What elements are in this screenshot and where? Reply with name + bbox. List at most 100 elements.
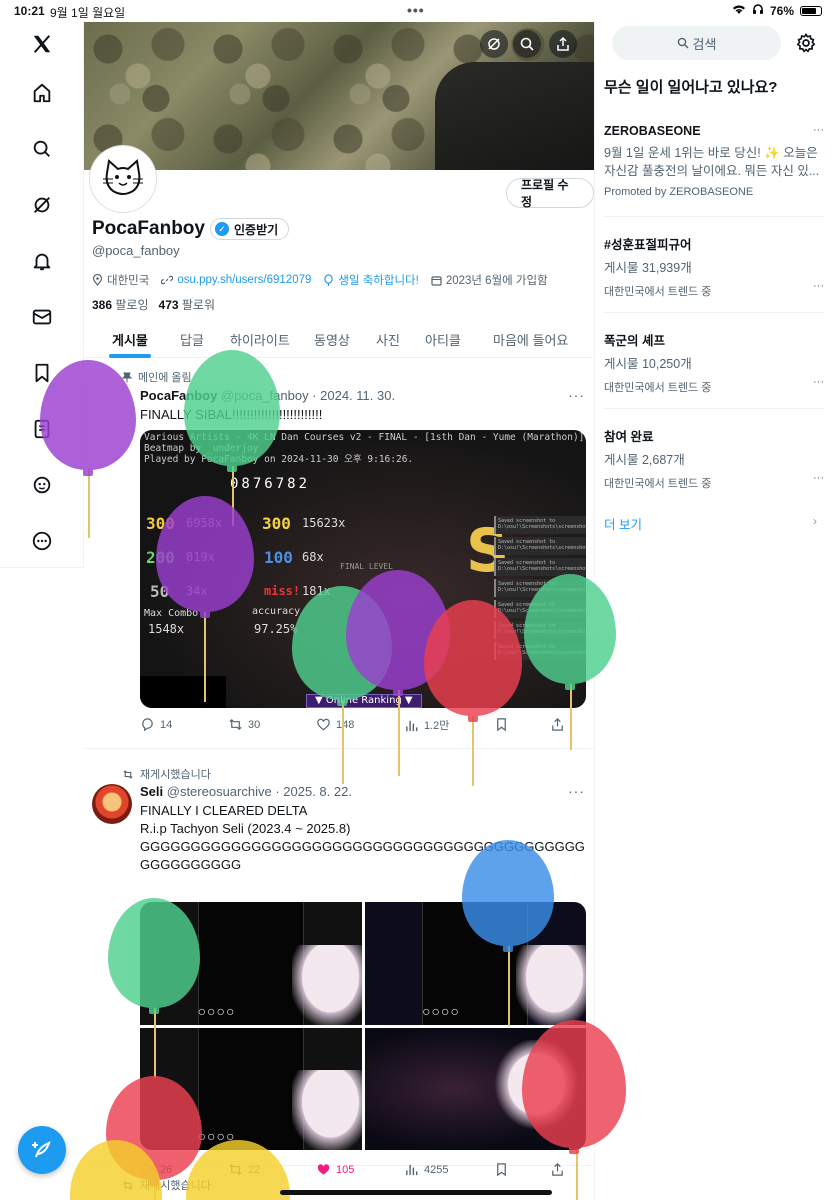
post-image[interactable] (364, 1027, 586, 1150)
post[interactable]: 메인에 올림 PocaFanboy @poca_fanboy · 2024. 1… (84, 359, 594, 749)
pinned-context: 메인에 올림 (122, 369, 192, 385)
post-header: Seli @stereosuarchive · 2025. 8. 22. (140, 784, 352, 799)
tab-replies[interactable]: 답글 (180, 330, 204, 349)
joined-date: 2023년 6월에 가입함 (431, 272, 548, 288)
post[interactable]: 재게시했습니다 (84, 1167, 594, 1200)
tab-photos[interactable]: 사진 (376, 330, 400, 349)
post-image[interactable]: ○○○○ (364, 902, 586, 1025)
birthday[interactable]: 생일 축하합니다! (323, 272, 419, 288)
get-verified-label: 인증받기 (234, 222, 279, 237)
profile-handle: @poca_fanboy (92, 243, 180, 258)
trends-title: 무슨 일이 일어나고 있나요? (604, 79, 778, 96)
repost-button[interactable]: 30 (228, 717, 260, 732)
bookmark-button[interactable] (494, 717, 509, 732)
post-image-grid[interactable]: ○○○○ ○○○○ ○○○○ (140, 902, 586, 1150)
search-input[interactable]: 검색 (612, 26, 781, 60)
repost-context: 재게시했습니다 (122, 1177, 211, 1193)
reply-icon (142, 718, 153, 732)
post-author-avatar[interactable] (92, 784, 132, 824)
battery-percent: 76% (769, 3, 794, 18)
post[interactable]: 재게시했습니다 Seli @stereosuarchive · 2025. 8.… (84, 750, 594, 1177)
communities-icon[interactable] (28, 471, 56, 499)
like-button[interactable]: 148 (316, 717, 354, 732)
post-image-osu-result[interactable]: Various Artists - 4K LN Dan Courses v2 -… (140, 430, 586, 708)
trend-more-icon[interactable]: ··· (813, 472, 824, 484)
profile-tabs: 게시물 답글 하이라이트 동영상 사진 아티클 마음에 들어요 (84, 320, 594, 358)
views-button[interactable]: 1.2만 (404, 717, 449, 733)
edit-profile-button[interactable]: 프로필 수정 (506, 178, 594, 209)
location-pin-icon (92, 274, 103, 286)
trend-item[interactable]: 참여 완료 게시물 2,687개 대한민국에서 트렌드 중 ··· (604, 426, 824, 491)
share-icon (552, 718, 563, 731)
home-icon[interactable] (28, 79, 56, 107)
search-icon[interactable] (28, 135, 56, 163)
repost-icon (229, 718, 242, 731)
right-sidebar: 검색 무슨 일이 일어나고 있나요? ZEROBASEONE 9월 1일 운세 … (595, 22, 834, 1200)
followers-link[interactable]: 473 팔로워 (159, 298, 216, 312)
chevron-right-icon: › (813, 514, 817, 528)
following-link[interactable]: 386 팔로잉 (92, 298, 149, 312)
repost-icon (123, 1180, 133, 1190)
compose-post-button[interactable] (18, 1126, 66, 1174)
share-icon[interactable] (549, 30, 577, 58)
repost-icon (123, 769, 133, 779)
post-meta: @stereosuarchive · 2025. 8. 22. (166, 784, 352, 799)
gear-icon[interactable] (795, 32, 817, 54)
post-image[interactable]: ○○○○ (140, 902, 362, 1025)
cat-icon (103, 159, 143, 195)
post-more-icon[interactable]: ··· (568, 387, 585, 403)
link-icon (161, 275, 174, 285)
avatar[interactable] (90, 146, 156, 212)
bookmark-icon (497, 718, 506, 732)
headphones-icon (752, 3, 764, 18)
repost-context: 재게시했습니다 (122, 766, 211, 782)
tab-posts[interactable]: 게시물 (112, 330, 148, 349)
left-navigation (0, 22, 84, 568)
wifi-icon (732, 4, 746, 18)
get-verified-button[interactable]: ✓ 인증받기 (210, 218, 290, 240)
tab-videos[interactable]: 동영상 (314, 330, 350, 349)
post-more-icon[interactable]: ··· (568, 783, 585, 799)
bell-icon[interactable] (28, 247, 56, 275)
trend-more-icon[interactable]: ··· (813, 376, 824, 388)
profile-banner[interactable] (84, 22, 594, 170)
search-icon[interactable] (513, 30, 541, 58)
post-author[interactable]: Seli (140, 784, 163, 799)
status-bar: 10:21 9월 1일 월요일 ••• 76% (0, 0, 834, 22)
trend-item[interactable]: #성훈표절피규어 게시물 31,939개 대한민국에서 트렌드 중 ··· (604, 234, 824, 299)
calendar-icon (431, 275, 442, 286)
share-button[interactable] (550, 717, 565, 732)
home-indicator[interactable] (280, 1190, 552, 1195)
profile-link[interactable]: osu.ppy.sh/users/6912079 (161, 274, 311, 286)
x-logo-icon[interactable] (28, 30, 56, 58)
multitask-dots-icon[interactable]: ••• (407, 2, 425, 18)
mail-icon[interactable] (28, 303, 56, 331)
heart-icon (317, 718, 330, 731)
grok-icon[interactable] (28, 191, 56, 219)
post-author[interactable]: PocaFanboy (140, 388, 217, 403)
post-image[interactable]: ○○○○ (140, 1027, 362, 1150)
show-more-link[interactable]: 더 보기 (604, 514, 642, 533)
trend-item[interactable]: 폭군의 셰프 게시물 10,250개 대한민국에서 트렌드 중 ··· (604, 330, 824, 395)
list-icon[interactable] (28, 415, 56, 443)
status-date: 9월 1일 월요일 (50, 6, 126, 20)
active-tab-indicator (109, 354, 151, 358)
bookmark-icon[interactable] (28, 359, 56, 387)
status-time: 10:21 (14, 4, 45, 18)
trend-more-icon[interactable]: ··· (813, 280, 824, 292)
profile-meta: 대한민국 osu.ppy.sh/users/6912079 생일 축하합니다! … (92, 272, 548, 288)
tab-articles[interactable]: 아티클 (425, 330, 461, 349)
status-indicators: 76% (732, 3, 822, 18)
post-meta: @poca_fanboy · 2024. 11. 30. (220, 388, 396, 403)
profile-column: 프로필 수정 PocaFanboy ✓ 인증받기 @poca_fanboy 대한… (84, 22, 595, 1200)
trend-more-icon[interactable]: ··· (813, 124, 824, 136)
trend-item[interactable]: ZEROBASEONE 9월 1일 운세 1위는 바로 당신! ✨ 오늘은 자신… (604, 124, 824, 198)
tab-likes[interactable]: 마음에 들어요 (493, 330, 568, 349)
more-icon[interactable] (28, 527, 56, 555)
search-icon (677, 37, 689, 49)
pin-icon (122, 372, 132, 382)
reply-button[interactable]: 14 (140, 717, 172, 732)
grok-icon[interactable] (480, 30, 508, 58)
feather-plus-icon (32, 1141, 51, 1158)
tab-highlights[interactable]: 하이라이트 (230, 330, 290, 349)
